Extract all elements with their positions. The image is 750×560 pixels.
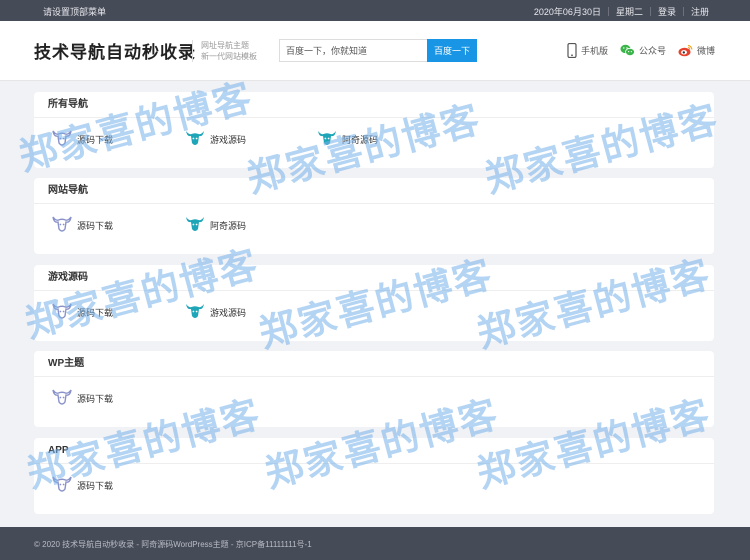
mobile-link-label: 手机版 [580,46,608,56]
section-items: 源码下载 游戏源码 [34,291,714,341]
nav-item[interactable]: 阿奇源码 [317,130,378,148]
nav-item[interactable]: 阿奇源码 [185,216,246,234]
section-wp-themes: WP主题 源码下载 [34,351,714,427]
bull-head-icon [52,303,72,321]
login-link[interactable]: 登录 [651,5,683,18]
nav-item[interactable]: 源码下载 [52,130,113,148]
nav-item[interactable]: 游戏源码 [185,303,246,321]
section-title: WP主题 [34,351,714,377]
weibo-link[interactable]: 微博 [678,43,715,58]
bull-head-icon [317,130,337,148]
slogan-line-2: 新一代网站模板 [201,52,257,61]
bull-head-icon [52,389,72,407]
date-text: 2020年06月30日 [533,7,601,17]
weibo-icon [678,44,693,57]
wechat-link[interactable]: 公众号 [620,43,666,58]
nav-item-label: 阿奇源码 [342,134,379,145]
nav-item-label: 游戏源码 [210,307,247,318]
section-game-source: 游戏源码 源码下载 游戏源码 [34,265,714,341]
top-bar-right: 2020年06月30日 星期二 登录 注册 [527,5,716,18]
nav-item-label: 源码下载 [77,393,114,404]
section-items: 源码下载 阿奇源码 [34,204,714,254]
section-all-nav: 所有导航 源码下载 游戏源码 阿奇源码 [34,92,714,168]
slogan-line-1: 网址导航主题 [201,41,249,50]
weekday-text: 星期二 [615,7,643,17]
nav-item[interactable]: 源码下载 [52,476,113,494]
nav-item-label: 源码下载 [77,307,114,318]
mobile-phone-icon [567,43,577,58]
weibo-link-label: 微博 [696,46,715,56]
nav-item[interactable]: 源码下载 [52,389,113,407]
section-title: 游戏源码 [34,265,714,291]
section-items: 源码下载 游戏源码 阿奇源码 [34,118,714,168]
nav-item-label: 源码下载 [77,134,114,145]
nav-item-label: 源码下载 [77,220,114,231]
nav-item[interactable]: 游戏源码 [185,130,246,148]
wechat-icon [620,44,635,57]
section-site-nav: 网站导航 源码下载 阿奇源码 [34,178,714,254]
site-footer: © 2020 技术导航自动秒收录 - 阿奇源码WordPress主题 - 京IC… [0,527,750,560]
section-title: 网站导航 [34,178,714,204]
bull-head-icon [52,476,72,494]
footer-copyright: © 2020 技术导航自动秒收录 - 阿奇源码WordPress主题 - 京IC… [34,540,312,549]
nav-item-label: 阿奇源码 [210,220,247,231]
site-slogan: 网址导航主题 新一代网站模板 [192,40,257,62]
bull-head-icon [52,130,72,148]
bull-head-icon [185,216,205,234]
section-items: 源码下载 [34,464,714,514]
section-title: 所有导航 [34,92,714,118]
nav-item-label: 源码下载 [77,480,114,491]
register-link[interactable]: 注册 [684,5,716,18]
section-items: 源码下载 [34,377,714,427]
site-header: 技术导航自动秒收录 网址导航主题 新一代网站模板 百度一下 手机版 公众号 微博 [0,21,750,81]
mobile-link[interactable]: 手机版 [567,43,608,58]
wechat-link-label: 公众号 [638,46,666,56]
nav-item[interactable]: 源码下载 [52,303,113,321]
section-app: APP 源码下载 [34,438,714,514]
bull-head-icon [185,303,205,321]
top-menu-placeholder[interactable]: 请设置顶部菜单 [43,5,106,18]
header-links: 手机版 公众号 微博 [555,43,715,58]
bull-head-icon [52,216,72,234]
top-bar: 请设置顶部菜单 2020年06月30日 星期二 登录 注册 [0,0,750,21]
search-input[interactable] [279,39,431,62]
bull-head-icon [185,130,205,148]
nav-item-label: 游戏源码 [210,134,247,145]
search-button[interactable]: 百度一下 [427,39,477,62]
section-title: APP [34,438,714,464]
nav-item[interactable]: 源码下载 [52,216,113,234]
site-logo[interactable]: 技术导航自动秒收录 [34,38,196,63]
